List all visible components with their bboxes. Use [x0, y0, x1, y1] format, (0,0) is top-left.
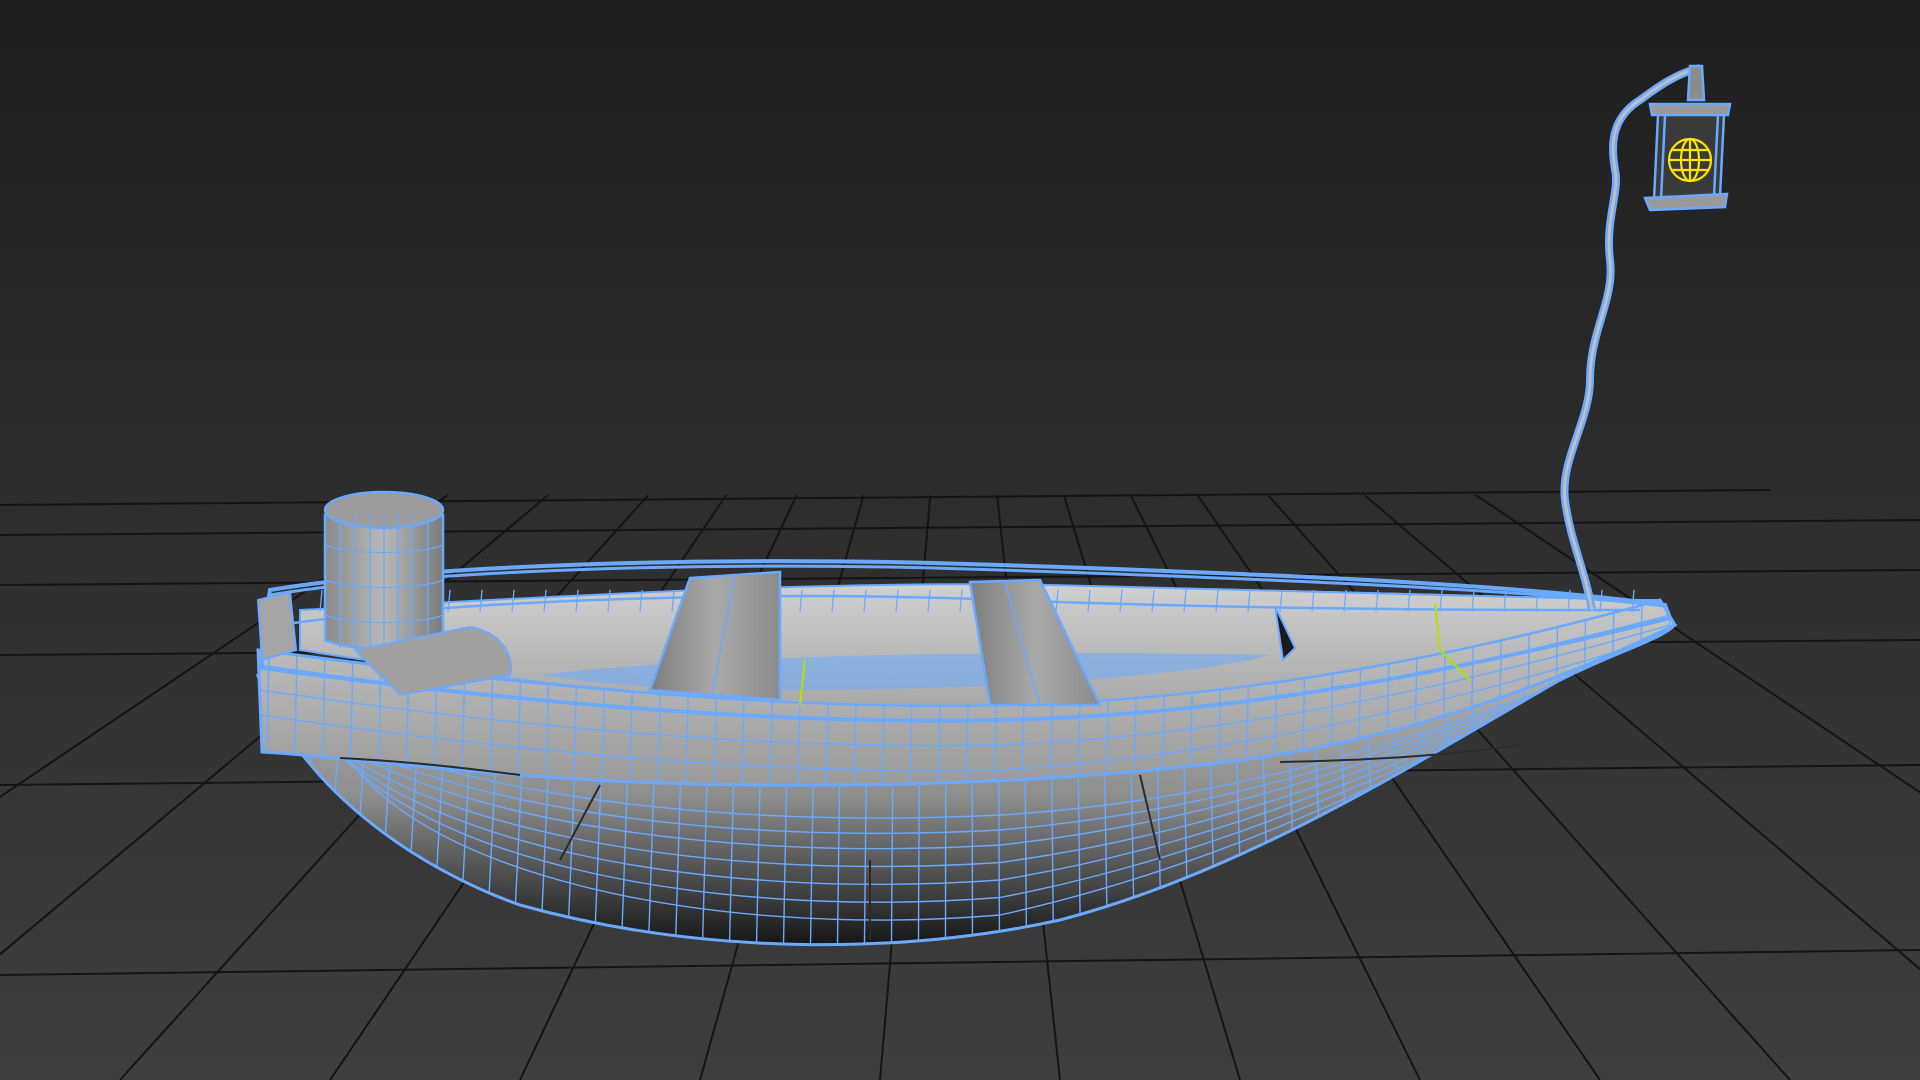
bow-rail-block[interactable] [256, 590, 298, 662]
perspective-viewport[interactable] [0, 0, 1920, 1080]
boat-model[interactable] [242, 64, 1732, 960]
point-light[interactable] [1667, 137, 1713, 183]
scene-canvas[interactable] [0, 0, 1920, 1080]
bow-bollard[interactable] [323, 490, 445, 651]
